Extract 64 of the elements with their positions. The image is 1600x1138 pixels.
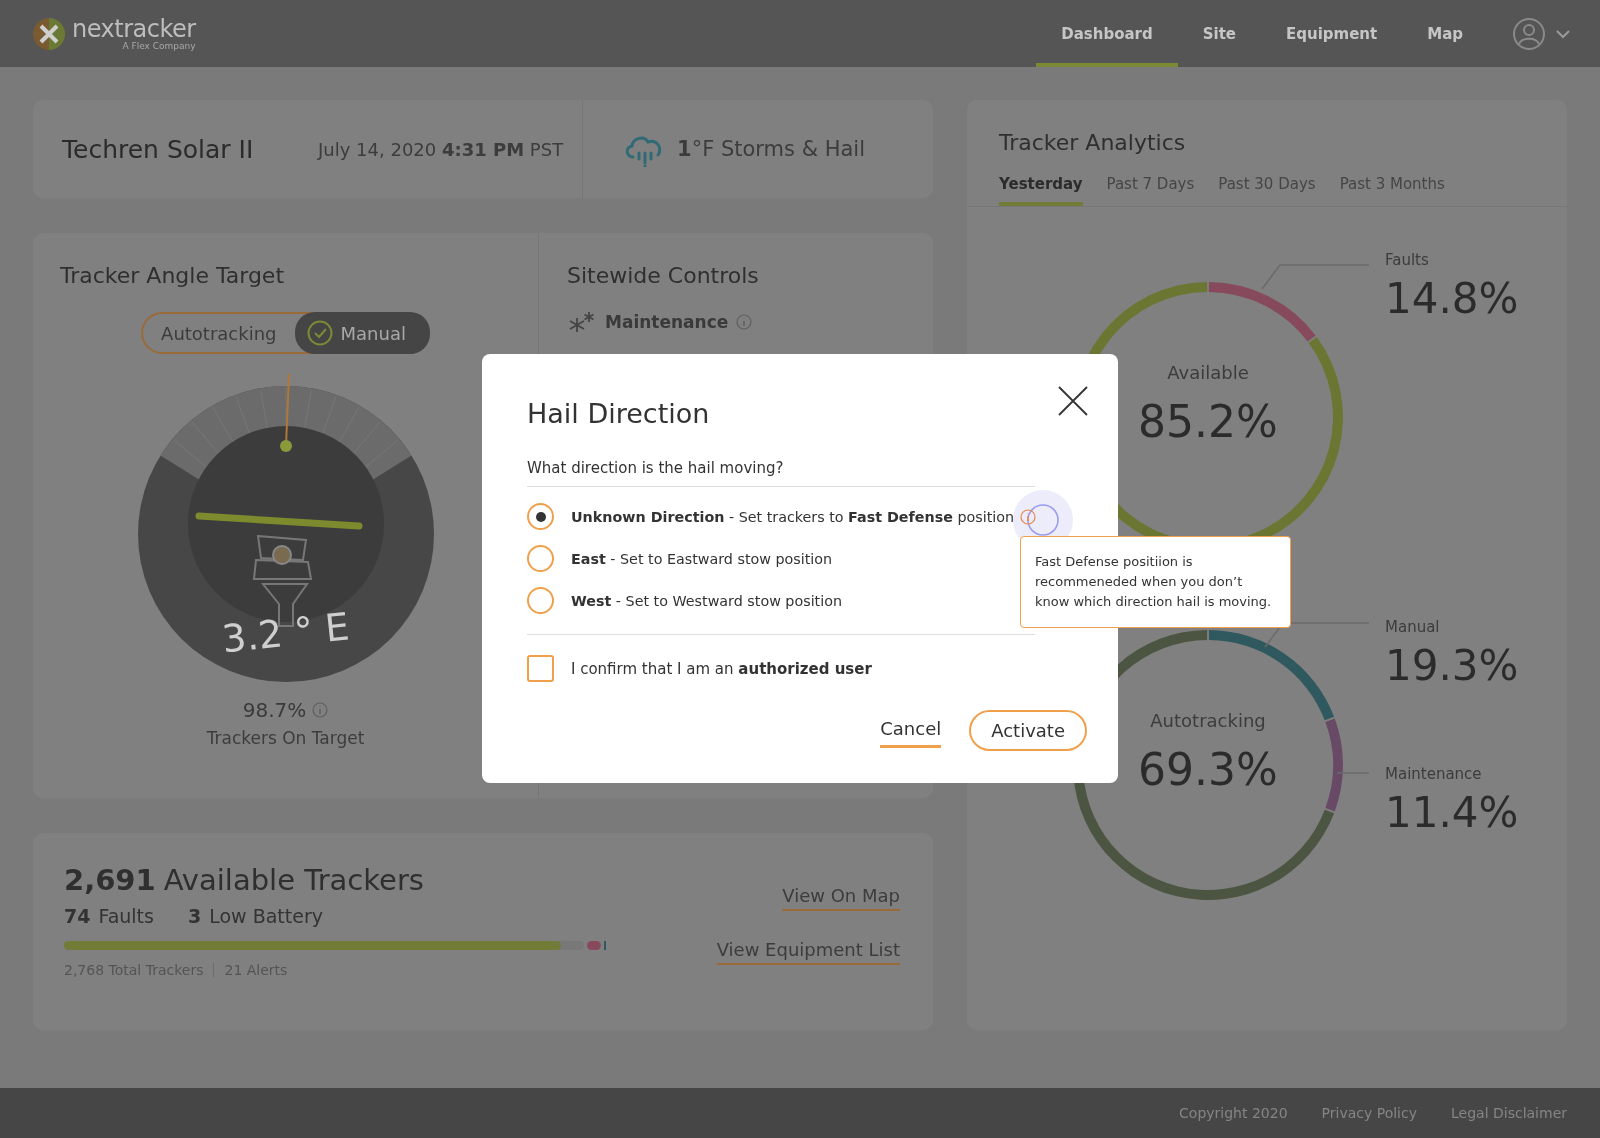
period-tab[interactable]: Past 3 Months [1339,169,1445,206]
option-label[interactable]: West - Set to Westward stow position [571,592,842,609]
on-target-value: 98.7% [242,698,307,722]
status-count: 3 Low Battery [187,905,323,927]
user-icon [1512,16,1546,51]
mode-toggle-option[interactable]: Autotracking [143,314,295,352]
chart-value: 19.3% [1385,641,1519,690]
on-target-label: Trackers On Target [206,728,365,748]
fault-segment [587,941,601,950]
nav-tab[interactable]: Equipment [1261,0,1403,67]
logo-icon [32,16,66,51]
chart-label: Autotracking [1150,710,1266,731]
chart-label: Available [1167,362,1249,383]
info-icon [312,702,329,718]
site-name: Techren Solar II [62,134,255,164]
sparkle-icon [567,310,597,334]
chart-value: 69.3% [1138,744,1278,795]
status-count: 74 Faults [64,905,154,927]
footer-link[interactable]: Copyright 2020 [1179,1105,1288,1121]
date-time: July 14, 2020 4:31 PM PST [318,138,565,160]
check-circle-icon [306,320,333,346]
radio-button[interactable] [527,503,554,530]
chart-label: Manual [1385,618,1440,636]
card-title: Sitewide Controls [567,263,759,288]
chart-label: Maintenance [1385,765,1482,783]
chart-label: Faults [1385,251,1429,269]
logo-text: nextracker [72,16,196,41]
period-tab[interactable]: Yesterday [999,169,1083,206]
activate-button[interactable]: Activate [969,710,1087,751]
card-title: Tracker Angle Target [60,263,285,288]
period-tab[interactable]: Past 30 Days [1218,169,1316,206]
nav-tab[interactable]: Map [1402,0,1488,67]
nav-tab[interactable]: Site [1177,0,1261,67]
available-count: 2,691 [64,863,156,897]
chevron-down-icon [1556,28,1570,39]
option-label[interactable]: Unknown Direction - Set trackers to Fast Defense position [571,508,1015,525]
card-title: Tracker Analytics [999,130,1187,155]
control-label[interactable]: Maintenance [605,312,729,332]
chart-value: 11.4% [1385,788,1519,837]
link[interactable]: View Equipment List [716,939,900,965]
info-icon [736,314,753,330]
info-icon[interactable] [1020,508,1037,525]
dialog-question: What direction is the hail moving? [527,459,1035,487]
close-icon[interactable] [1058,386,1088,416]
option-label[interactable]: East - Set to Eastward stow position [571,550,833,567]
nav-tab[interactable]: Dashboard [1036,0,1178,67]
link[interactable]: View On Map [782,885,900,911]
chart-value: 85.2% [1138,396,1278,447]
tooltip: Fast Defense positiion is recommeneded when you don’t know which direction hail is moving. [1020,536,1291,628]
footer-link[interactable]: Legal Disclaimer [1451,1105,1567,1121]
gauge-reading: 3.2 ° E [219,604,351,662]
chart-value: 14.8% [1385,274,1519,323]
available-label: Available Trackers [163,863,424,897]
logo-tagline: A Flex Company [122,40,196,51]
confirm-label: I confirm that I am an authorized user [571,659,872,678]
radio-button[interactable] [527,587,554,614]
mode-toggle-option[interactable]: Manual [294,312,430,354]
dialog-title: Hail Direction [527,398,710,429]
weather-text: 1°F Storms & Hail [677,137,865,161]
cancel-button[interactable]: Cancel [880,713,942,748]
footer-link[interactable]: Privacy Policy [1321,1105,1417,1121]
radio-button[interactable] [527,545,554,572]
checkbox[interactable] [527,655,554,682]
period-tab[interactable]: Past 7 Days [1106,169,1195,206]
